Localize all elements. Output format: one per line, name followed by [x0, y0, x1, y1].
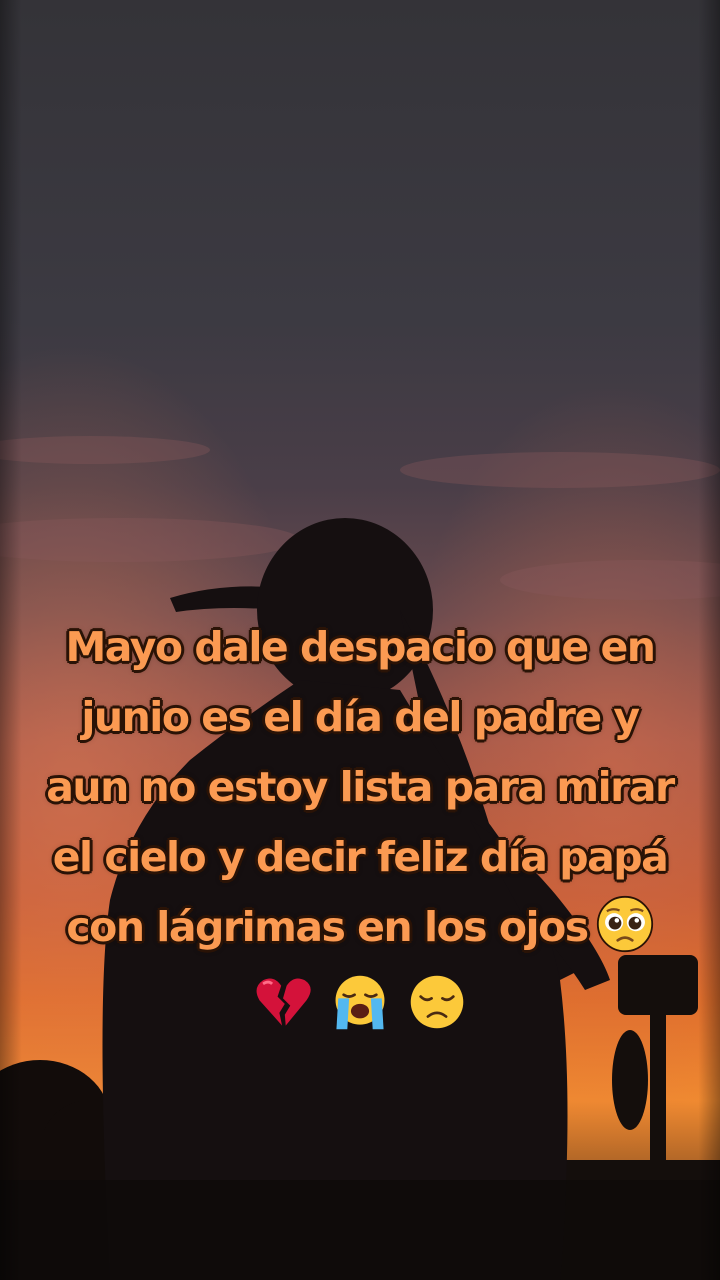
disappointed-face-icon	[408, 973, 466, 1031]
caption-line-1: Mayo dale despacio que en	[65, 623, 656, 671]
emoji-row	[20, 964, 700, 1034]
pleading-face-icon	[596, 895, 654, 953]
loudly-crying-face-icon	[331, 973, 389, 1031]
broken-heart-icon	[254, 973, 312, 1031]
caption-line-3: aun no estoy lista para mirar	[46, 763, 675, 811]
caption-line-5: con lágrimas en los ojos	[66, 903, 589, 951]
caption-line-5-wrapper: con lágrimas en los ojos	[20, 892, 700, 962]
caption-overlay: Mayo dale despacio que en junio es el dí…	[20, 612, 700, 1034]
caption-line-4: el cielo y decir feliz día papá	[52, 833, 669, 881]
caption-line-2: junio es el día del padre y	[81, 693, 640, 741]
